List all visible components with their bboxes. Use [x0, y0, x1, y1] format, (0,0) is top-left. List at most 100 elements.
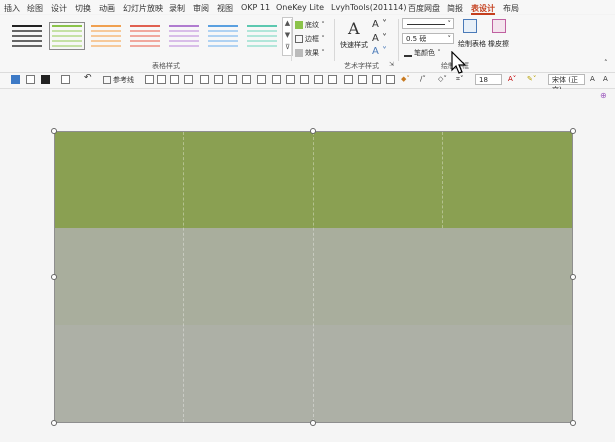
table-style-2[interactable] [49, 22, 85, 50]
eraser-icon [492, 19, 506, 33]
tab-animations[interactable]: 动画 [99, 3, 115, 14]
tab-design[interactable]: 设计 [51, 3, 67, 14]
text-fill-icon[interactable]: A ˅ [372, 19, 387, 30]
tab-review[interactable]: 审阅 [193, 3, 209, 14]
textbox-icon[interactable] [11, 75, 20, 84]
paint-bucket-icon[interactable]: ◆˅ [401, 75, 410, 83]
smartart-icon[interactable] [386, 75, 395, 84]
ribbon: ▲ ▼ ⊽ 表格样式 底纹 ˅ 边框 ˅ 效果 ˅ A 快速样式 A ˅ A ˅… [0, 15, 615, 73]
tab-slideshow[interactable]: 幻灯片放映 [123, 3, 163, 14]
resize-handle-right[interactable] [570, 274, 576, 280]
line-color-icon[interactable]: ∕˅ [420, 75, 426, 83]
tab-transitions[interactable]: 切换 [75, 3, 91, 14]
resize-handle-bottom-right[interactable] [570, 420, 576, 426]
increase-font-icon[interactable]: A [590, 75, 595, 83]
chart-icon[interactable] [372, 75, 381, 84]
border-button[interactable]: 边框 ˅ [295, 34, 325, 44]
scroll-down-icon[interactable]: ▼ [284, 30, 291, 40]
tab-record[interactable]: 录制 [169, 3, 185, 14]
send-backward-icon[interactable] [214, 75, 223, 84]
scroll-up-icon[interactable]: ▲ [284, 18, 291, 28]
align-left-icon[interactable] [145, 75, 154, 84]
tab-okp[interactable]: OKP 11 [241, 3, 270, 12]
gallery-more-icon[interactable]: ⊽ [284, 42, 291, 52]
tab-brief[interactable]: 简报 [447, 3, 463, 14]
font-name-dropdown[interactable]: 宋体 (正文) [548, 74, 585, 94]
table-style-3[interactable] [91, 25, 121, 47]
resize-handle-top-left[interactable] [51, 128, 57, 134]
menu-bar: 插入 绘图 设计 切换 动画 幻灯片放映 录制 审阅 视图 OKP 11 One… [0, 0, 615, 15]
pen-weight-value: 0.5 磅 [406, 35, 427, 43]
crop-icon[interactable] [328, 75, 337, 84]
ungroup-icon[interactable] [184, 75, 193, 84]
shading-button[interactable]: 底纹 ˅ [295, 20, 325, 30]
table-icon[interactable] [358, 75, 367, 84]
table-style-6[interactable] [208, 25, 238, 47]
highlight-icon[interactable]: ✎˅ [527, 75, 536, 83]
thumb-row [130, 30, 160, 32]
draw-table-button[interactable]: 绘制表格 [458, 19, 486, 53]
crop-tool-icon[interactable]: ⌗˅ [456, 75, 463, 84]
tab-view[interactable]: 视图 [217, 3, 233, 14]
resize-handle-top-right[interactable] [570, 128, 576, 134]
thumb-header [12, 25, 42, 27]
quick-styles-button[interactable]: A 快速样式 [340, 19, 372, 55]
thumb-header [247, 25, 277, 27]
thumb-row [247, 35, 277, 37]
eraser-button[interactable]: 橡皮擦 [488, 19, 510, 53]
resize-handle-bottom[interactable] [310, 420, 316, 426]
format-icon[interactable] [61, 75, 70, 84]
effects-button[interactable]: 效果 ˅ [295, 48, 325, 58]
thumb-row [52, 40, 82, 42]
align-bottom-icon[interactable] [257, 75, 266, 84]
comments-icon[interactable]: ⊕ [600, 91, 607, 100]
pen-weight-dropdown[interactable]: 0.5 磅 ˅ [402, 33, 454, 44]
font-size-dropdown[interactable]: 18 [475, 74, 502, 85]
effects-icon[interactable]: ◇˅ [438, 75, 447, 83]
resize-handle-left[interactable] [51, 274, 57, 280]
collapse-ribbon-icon[interactable]: ˄ [604, 59, 608, 67]
thumb-row [52, 45, 82, 47]
tab-draw[interactable]: 绘图 [27, 3, 43, 14]
guides-checkbox[interactable]: 参考线 [103, 75, 134, 85]
align-center-icon[interactable] [157, 75, 166, 84]
flip-icon[interactable] [314, 75, 323, 84]
fill-icon[interactable] [41, 75, 50, 84]
distribute-horizontal-icon[interactable] [272, 75, 281, 84]
undo-icon[interactable]: ↶ [84, 73, 92, 83]
decrease-font-icon[interactable]: A [603, 75, 608, 83]
picture-icon[interactable] [344, 75, 353, 84]
resize-handle-bottom-left[interactable] [51, 420, 57, 426]
text-outline-icon[interactable]: A ˅ [372, 33, 387, 44]
text-effects-icon[interactable]: A ˅ [372, 46, 387, 57]
quick-access-toolbar: ↶ 参考线 ◆˅ ∕˅ ◇˅ ⌗˅ 18 A˅ ✎˅ 宋体 (正文) A A [0, 73, 615, 94]
pen-color-button[interactable]: 笔颜色 ˅ [404, 48, 441, 58]
thumb-row [208, 30, 238, 32]
tab-layout[interactable]: 布局 [503, 3, 519, 14]
thumb-row [130, 40, 160, 42]
table-style-4[interactable] [130, 25, 160, 47]
font-color-icon[interactable]: A˅ [508, 75, 516, 83]
bring-forward-icon[interactable] [200, 75, 209, 84]
wordart-dialog-launcher[interactable]: ⇲ [389, 61, 394, 68]
table-selection-frame[interactable] [54, 131, 573, 423]
table-style-7[interactable] [247, 25, 277, 47]
group-icon[interactable] [170, 75, 179, 84]
pen-style-dropdown[interactable]: ˅ [402, 18, 454, 29]
align-top-icon[interactable] [228, 75, 237, 84]
tab-lvyhtools[interactable]: LvyhTools(201114) [331, 3, 406, 12]
rotate-icon[interactable] [300, 75, 309, 84]
tab-onekey[interactable]: OneKey Lite [276, 3, 324, 12]
tab-baidu[interactable]: 百度网盘 [408, 3, 440, 14]
table-style-1[interactable] [12, 25, 42, 47]
align-middle-icon[interactable] [242, 75, 251, 84]
resize-handle-top[interactable] [310, 128, 316, 134]
thumb-row [52, 30, 82, 32]
tab-insert[interactable]: 插入 [4, 3, 20, 14]
table-style-5[interactable] [169, 25, 199, 47]
distribute-vertical-icon[interactable] [286, 75, 295, 84]
guides-label: 参考线 [113, 76, 134, 84]
thumb-row [169, 40, 199, 42]
thumb-header [130, 25, 160, 27]
shape-icon[interactable] [26, 75, 35, 84]
